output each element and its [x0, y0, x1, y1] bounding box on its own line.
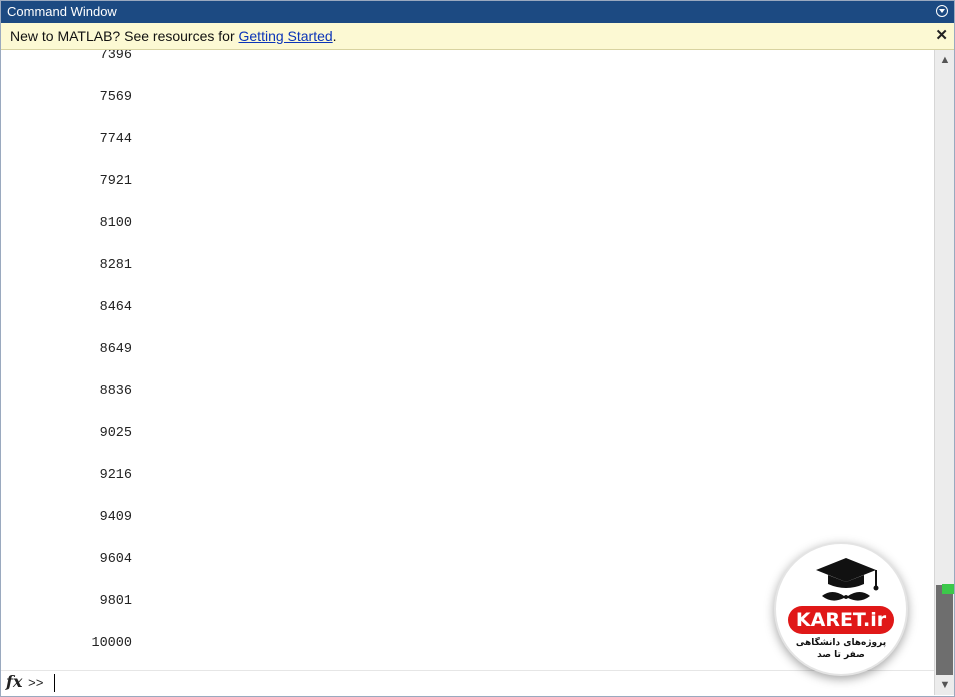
output-line: 9025 [99, 426, 132, 441]
output-line: 7921 [99, 174, 132, 189]
title-bar: Command Window [0, 0, 955, 23]
output-line: 8464 [99, 300, 132, 315]
window-actions-menu-icon[interactable] [936, 5, 948, 17]
close-icon[interactable]: ✕ [935, 23, 948, 48]
scroll-position-marker [942, 584, 955, 594]
scroll-up-icon[interactable]: ▲ [935, 52, 955, 68]
logo-tagline-1: پروژه‌های دانشگاهی [795, 638, 887, 648]
logo-brand: KARET.ir [788, 606, 894, 634]
output-line: 9216 [99, 468, 132, 483]
karet-logo: KARET.ir پروژه‌های دانشگاهی صفر تا صد [774, 542, 908, 676]
output-line: 8649 [99, 342, 132, 357]
output-line: 9801 [99, 594, 132, 609]
getting-started-banner: New to MATLAB? See resources for Getting… [0, 23, 955, 50]
window-title: Command Window [7, 4, 117, 19]
prompt-symbol: >> [28, 676, 44, 691]
output-line: 9409 [99, 510, 132, 525]
text-cursor [54, 674, 55, 692]
logo-tagline-2: صفر تا صد [817, 650, 865, 660]
banner-text: New to MATLAB? See resources for [10, 28, 239, 44]
output-line: 8100 [99, 216, 132, 231]
output-line: 7396 [99, 50, 132, 63]
output-line: 7569 [99, 90, 132, 105]
output-line: 10000 [91, 636, 132, 651]
output-line: 8281 [99, 258, 132, 273]
scroll-down-icon[interactable]: ▼ [935, 677, 955, 693]
banner-suffix: . [332, 28, 337, 44]
output-line: 9604 [99, 552, 132, 567]
function-browser-icon[interactable]: fx [6, 672, 22, 691]
scrollbar-thumb[interactable] [936, 585, 953, 675]
output-line: 8836 [99, 384, 132, 399]
getting-started-link[interactable]: Getting Started [239, 28, 333, 44]
output-line: 7744 [99, 132, 132, 147]
vertical-scrollbar[interactable]: ▲ ▼ [934, 50, 955, 695]
